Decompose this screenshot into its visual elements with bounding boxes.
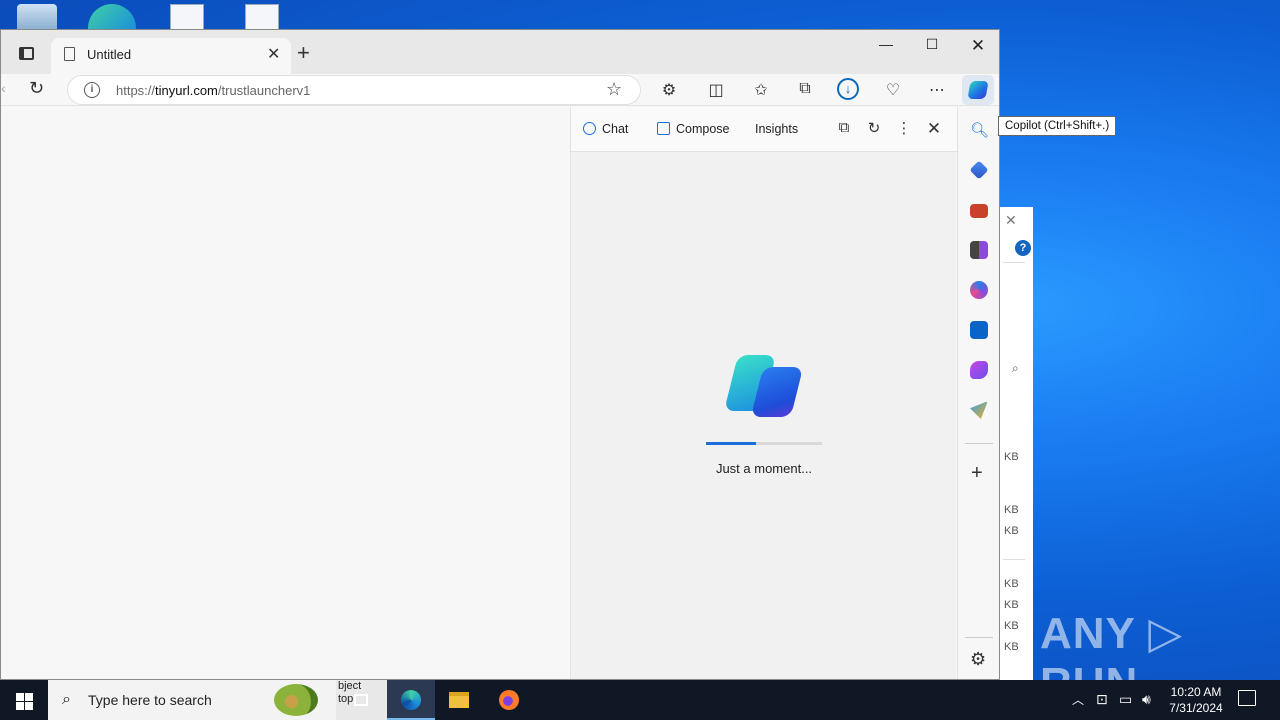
tab-bar: Untitled ✕ + — ☐ ✕ — [1, 30, 999, 74]
downloads-icon[interactable]: ↓ — [837, 78, 859, 100]
open-in-new-tab-icon[interactable]: ⧉ — [834, 119, 854, 136]
clock-date: 7/31/2024 — [1169, 701, 1223, 715]
games-icon[interactable] — [970, 241, 988, 259]
copilot-pane-header: Chat Compose Insights ⧉ ↻ ⋮ ✕ — [571, 107, 957, 152]
send-icon[interactable] — [970, 401, 988, 419]
back-icon[interactable]: ‹ — [1, 80, 7, 96]
volume-icon[interactable]: 🔊︎ — [1142, 691, 1151, 708]
refresh-icon[interactable]: ↻ — [29, 78, 44, 99]
recycle-bin-icon[interactable] — [17, 4, 57, 30]
tab-chat[interactable]: Chat — [583, 122, 628, 136]
file-size: KB — [1004, 578, 1019, 590]
file-size: KB — [1004, 451, 1019, 463]
copilot-button[interactable] — [962, 75, 994, 105]
divider — [1003, 559, 1025, 560]
task-view-button[interactable] — [339, 680, 387, 720]
browser-toolbar: ‹ ↻ i https://tinyurl.com/trustlauncherv… — [1, 74, 999, 106]
designer-icon[interactable] — [970, 361, 988, 379]
divider — [1003, 262, 1025, 263]
task-view-icon — [354, 694, 368, 706]
add-icon[interactable]: + — [971, 462, 983, 485]
collections-icon[interactable]: ⧉ — [793, 80, 817, 98]
document-desktop-icon[interactable] — [245, 4, 279, 30]
close-icon[interactable]: ✕ — [1005, 212, 1017, 229]
refresh-icon[interactable]: ↻ — [864, 119, 884, 137]
copilot-pane: Chat Compose Insights ⧉ ↻ ⋮ ✕ Just a mom… — [570, 107, 957, 679]
copilot-logo — [724, 353, 804, 419]
tab-actions-icon[interactable] — [13, 42, 41, 66]
start-button[interactable] — [0, 680, 48, 720]
chat-icon — [583, 122, 596, 135]
page-icon — [64, 47, 75, 61]
search-icon: ⌕ — [62, 691, 71, 708]
taskbar-file-explorer[interactable] — [435, 680, 483, 720]
tools-icon[interactable] — [970, 204, 988, 218]
taskbar-search-box[interactable]: ⌕ Type here to search — [48, 680, 336, 720]
shopping-tag-icon[interactable] — [969, 160, 989, 180]
split-screen-icon[interactable]: ◫ — [704, 80, 728, 100]
divider — [965, 443, 993, 444]
divider — [965, 637, 993, 638]
copilot-icon — [967, 81, 989, 99]
close-pane-icon[interactable]: ✕ — [924, 119, 944, 139]
taskbar-edge[interactable] — [387, 680, 435, 720]
clock-time: 10:20 AM — [1170, 685, 1222, 699]
address-bar[interactable]: i https://tinyurl.com/trustlauncherv1 ☆ — [67, 75, 641, 105]
edge-sidebar: 🔍︎ + ⚙ — [957, 107, 999, 679]
document-desktop-icon[interactable] — [170, 4, 204, 30]
notification-icon[interactable] — [1238, 690, 1256, 706]
site-info-icon[interactable]: i — [84, 82, 100, 98]
maximize-icon[interactable]: ☐ — [909, 36, 955, 53]
show-hidden-icons[interactable]: ︿ — [1072, 691, 1084, 708]
search-icon[interactable]: ⌕ — [1012, 361, 1019, 376]
folder-icon — [449, 692, 469, 708]
system-clock[interactable]: 10:20 AM 7/31/2024 — [1160, 684, 1232, 716]
taskbar: ⌕ Type here to search bject top ︿ ⊡ ▭ 🔊︎ … — [0, 680, 1280, 720]
tab-untitled[interactable]: Untitled ✕ — [51, 38, 291, 74]
tab-insights[interactable]: Insights — [755, 122, 798, 136]
loading-progress-bar — [706, 442, 822, 445]
file-size: KB — [1004, 641, 1019, 653]
extensions-icon[interactable]: ⚙ — [657, 80, 681, 100]
taskbar-firefox[interactable] — [485, 680, 533, 720]
file-size: KB — [1004, 599, 1019, 611]
tab-title: Untitled — [87, 47, 132, 62]
minimize-icon[interactable]: — — [863, 36, 909, 52]
more-options-icon[interactable]: ⋯ — [925, 80, 949, 100]
microsoft365-icon[interactable] — [970, 281, 988, 299]
close-tab-icon[interactable]: ✕ — [267, 44, 280, 64]
file-size: KB — [1004, 525, 1019, 537]
browser-window: Untitled ✕ + — ☐ ✕ ‹ ↻ i https://tinyurl… — [0, 29, 1000, 680]
edge-desktop-icon[interactable] — [88, 4, 136, 30]
help-icon[interactable]: ? — [1015, 240, 1031, 256]
favorite-star-icon[interactable]: ☆ — [606, 79, 622, 100]
search-icon[interactable]: 🔍︎ — [970, 121, 989, 139]
loading-text: Just a moment... — [715, 461, 813, 476]
windows-logo-icon — [16, 693, 24, 701]
browser-essentials-icon[interactable]: ♡ — [881, 80, 905, 100]
search-placeholder: Type here to search — [88, 692, 212, 708]
new-tab-icon[interactable]: + — [297, 42, 310, 64]
url-text[interactable]: https://tinyurl.com/trustlauncherv1 — [116, 83, 310, 98]
favorites-icon[interactable]: ✩ — [749, 80, 773, 100]
copilot-tooltip: Copilot (Ctrl+Shift+.) — [998, 116, 1117, 136]
compose-icon — [657, 122, 670, 135]
tab-compose[interactable]: Compose — [657, 122, 730, 136]
network-device-icon[interactable]: ⊡ — [1096, 691, 1108, 708]
background-window: ✕ ? ⌕ KB KB KB KB KB KB KB — [998, 207, 1033, 680]
page-content — [1, 107, 569, 679]
close-window-icon[interactable]: ✕ — [955, 36, 1001, 56]
edge-icon — [401, 690, 421, 710]
more-options-icon[interactable]: ⋮ — [894, 119, 914, 137]
outlook-icon[interactable] — [970, 321, 988, 339]
file-size: KB — [1004, 504, 1019, 516]
file-size: KB — [1004, 620, 1019, 632]
search-highlight-image — [274, 684, 318, 716]
firefox-icon — [499, 690, 519, 710]
anyrun-watermark: ANY ▷ RUN — [1040, 609, 1184, 680]
network-icon[interactable]: ▭ — [1119, 691, 1132, 708]
settings-gear-icon[interactable]: ⚙ — [970, 649, 986, 670]
